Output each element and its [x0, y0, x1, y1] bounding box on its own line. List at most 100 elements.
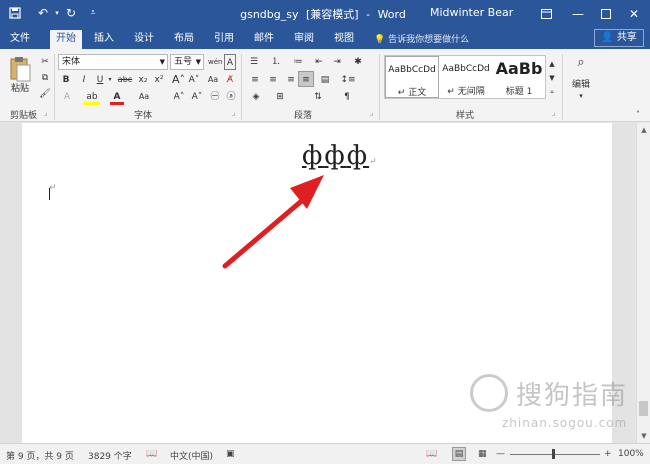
zoom-level[interactable]: 100% [618, 449, 644, 459]
highlight-icon[interactable]: ab [84, 89, 100, 105]
watermark-logo [470, 374, 508, 412]
style-normal[interactable]: AaBbCcDd ↵ 正文 [385, 56, 439, 98]
italic-button[interactable]: I [78, 72, 90, 88]
text-effects-icon[interactable]: A [60, 89, 74, 105]
web-layout-icon[interactable]: ▦ [478, 449, 487, 459]
line-spacing-icon[interactable]: ↕≡ [340, 72, 356, 88]
format-painter-icon[interactable]: 🖌 [38, 86, 52, 102]
style-name: ↵ 正文 [397, 88, 427, 98]
font-case-icon[interactable]: Aa [136, 89, 152, 105]
change-case-icon[interactable]: Aa [206, 72, 220, 88]
char-shading-icon[interactable]: ⓐ [224, 89, 238, 105]
tab-insert[interactable]: 插入 [90, 30, 118, 49]
font-name-value: 宋体 [62, 57, 81, 67]
compat-mode: [兼容模式] [306, 8, 359, 21]
chevron-down-icon: ▼ [195, 58, 201, 66]
zoom-slider[interactable] [510, 454, 600, 455]
find-icon[interactable]: ⌕ [570, 55, 592, 75]
align-left-icon[interactable]: ≡ [248, 72, 262, 88]
proofing-icon[interactable]: 📖 [146, 449, 157, 459]
shrink-text-icon[interactable]: A˅ [190, 89, 204, 105]
doc-name: gsndbg_sy [240, 8, 299, 21]
word-count[interactable]: 3829 个字 [88, 449, 132, 462]
chevron-down-icon[interactable]: ▾ [106, 72, 114, 88]
multilevel-list-icon[interactable]: ≔ [290, 54, 306, 70]
char-border-icon[interactable]: A [224, 54, 236, 70]
print-layout-icon[interactable]: ▤ [452, 447, 466, 461]
chevron-down-icon[interactable]: ▾ [576, 88, 586, 104]
ribbon-tabs: 文件 开始 插入 设计 布局 引用 邮件 审阅 视图 💡 告诉我你想要做什么 👤… [0, 27, 650, 49]
decrease-indent-icon[interactable]: ⇤ [312, 54, 326, 70]
vertical-scrollbar[interactable]: ▲ ▼ [636, 123, 650, 443]
grow-font-icon[interactable]: A˄ [172, 72, 185, 88]
tab-layout[interactable]: 布局 [170, 30, 198, 49]
macro-icon[interactable]: ▣ [226, 449, 235, 459]
group-divider [54, 54, 55, 120]
styles-launcher-icon[interactable]: ⌟ [552, 109, 555, 117]
sort-icon[interactable]: ⇅ [310, 89, 326, 105]
phonetic-guide-icon[interactable]: wén [208, 54, 222, 70]
zoom-slider-thumb[interactable] [552, 449, 555, 459]
enclosed-char-icon[interactable]: ㊀ [208, 89, 222, 105]
share-button[interactable]: 👤 共享 [594, 29, 644, 47]
style-no-spacing[interactable]: AaBbCcDd ↵ 无间隔 [439, 56, 493, 98]
tab-review[interactable]: 审阅 [290, 30, 318, 49]
clear-format-icon[interactable]: A̸ [224, 72, 236, 88]
lightbulb-icon: 💡 [374, 35, 386, 45]
tab-view[interactable]: 视图 [330, 30, 358, 49]
tell-me-box[interactable]: 💡 告诉我你想要做什么 [374, 32, 469, 45]
tab-home[interactable]: 开始 [50, 30, 82, 49]
increase-indent-icon[interactable]: ⇥ [330, 54, 344, 70]
font-size-combo[interactable]: 五号 ▼ [170, 54, 204, 70]
group-divider [241, 54, 242, 120]
clipboard-launcher-icon[interactable]: ⌟ [44, 109, 47, 117]
align-center-icon[interactable]: ≡ [266, 72, 280, 88]
scroll-up-icon[interactable]: ▲ [637, 123, 650, 137]
tab-design[interactable]: 设计 [130, 30, 158, 49]
title-bar: ↶ ▾ ↻ ⩡ gsndbg_sy [兼容模式] - Word Midwinte… [0, 0, 650, 27]
underline-button[interactable]: U [94, 72, 106, 88]
tab-file[interactable]: 文件 [6, 30, 34, 49]
cut-icon[interactable]: ✂ [38, 54, 52, 70]
subscript-button[interactable]: x₂ [136, 72, 150, 88]
distributed-icon[interactable]: ▤ [318, 72, 332, 88]
shading-icon[interactable]: ◈ [248, 89, 264, 105]
style-heading-1[interactable]: AaBb 标题 1 [493, 56, 545, 98]
language-status[interactable]: 中文(中国) [170, 449, 213, 462]
align-right-icon[interactable]: ≡ [284, 72, 298, 88]
zoom-in-icon[interactable]: + [604, 449, 612, 459]
justify-icon[interactable]: ≡ [298, 71, 314, 87]
read-mode-icon[interactable]: 📖 [426, 449, 437, 459]
copy-icon[interactable]: ⧉ [38, 70, 52, 86]
superscript-button[interactable]: x² [152, 72, 166, 88]
bullets-icon[interactable]: ☰ [246, 54, 262, 70]
strikethrough-button[interactable]: abc [116, 72, 134, 88]
shrink-font-icon[interactable]: A˅ [188, 72, 200, 88]
styles-more-icon[interactable]: ⩡ [547, 84, 557, 100]
numbering-icon[interactable]: ⒈ [268, 54, 284, 70]
user-name[interactable]: Midwinter Bear [430, 6, 513, 19]
collapse-ribbon-icon[interactable]: ˄ [632, 107, 644, 123]
paste-label[interactable]: 粘贴 [6, 81, 34, 97]
close-button[interactable]: ✕ [618, 0, 650, 27]
borders-icon[interactable]: ⊞ [272, 89, 288, 105]
share-label: 共享 [616, 32, 637, 43]
show-marks-icon[interactable]: ¶ [340, 89, 354, 105]
font-launcher-icon[interactable]: ⌟ [232, 109, 235, 117]
scroll-down-icon[interactable]: ▼ [637, 429, 650, 443]
zoom-out-icon[interactable]: — [496, 449, 505, 459]
paragraph-launcher-icon[interactable]: ⌟ [370, 109, 373, 117]
clipboard-group-label: 剪贴板 [10, 111, 38, 121]
status-bar: 第 9 页，共 9 页 3829 个字 📖 中文(中国) ▣ 📖 ▤ ▦ — +… [0, 443, 650, 464]
bold-button[interactable]: B [60, 72, 72, 88]
ribbon-options-icon[interactable] [530, 0, 562, 27]
ribbon: 粘贴 ✂ ⧉ 🖌 剪贴板 ⌟ 宋体 ▼ 五号 ▼ wén A B I U ▾ a… [0, 49, 650, 122]
chinese-layout-icon[interactable]: ✱ [350, 54, 366, 70]
tab-mailings[interactable]: 邮件 [250, 30, 278, 49]
font-color-icon[interactable]: A [110, 89, 124, 105]
page-count[interactable]: 第 9 页，共 9 页 [6, 449, 74, 462]
grow-text-icon[interactable]: A˄ [172, 89, 186, 105]
scroll-thumb[interactable] [639, 401, 648, 416]
tab-references[interactable]: 引用 [210, 30, 238, 49]
font-name-combo[interactable]: 宋体 ▼ [58, 54, 168, 70]
